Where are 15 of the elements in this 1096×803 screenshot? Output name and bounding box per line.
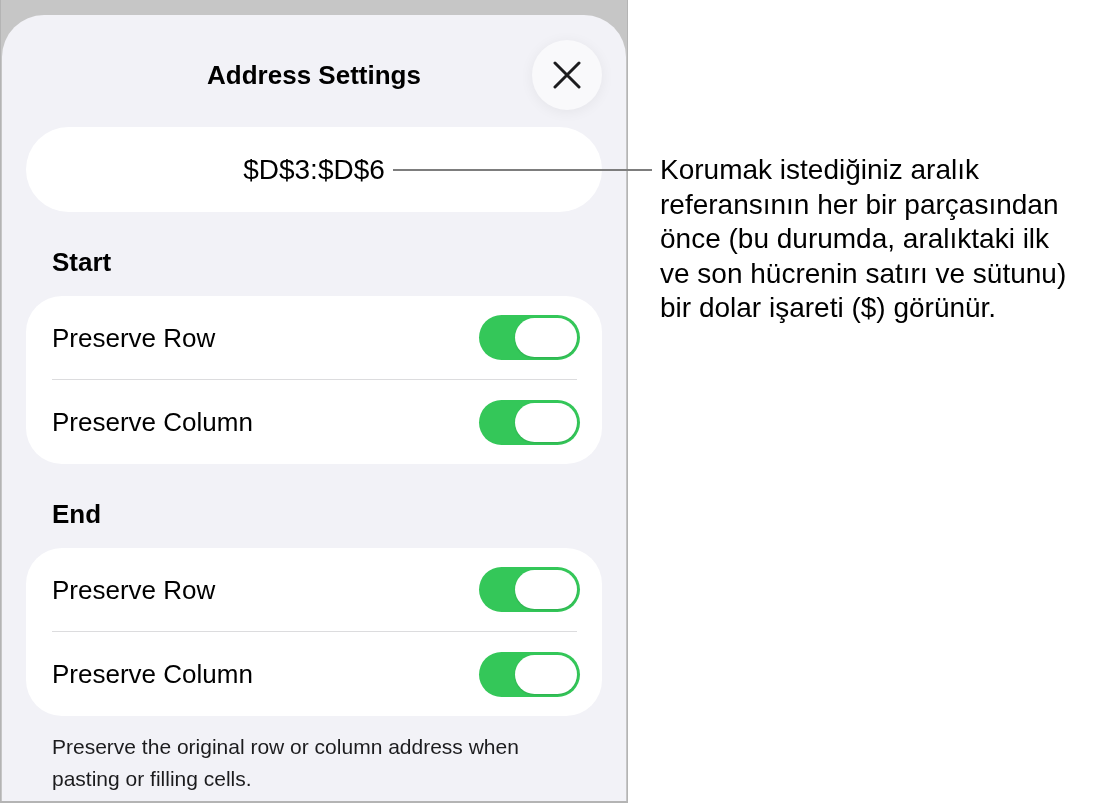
section-heading: End [52, 501, 103, 527]
option-label: Preserve Row [52, 573, 216, 606]
toggle-switch[interactable] [479, 651, 580, 697]
address-field[interactable]: $D$3:$D$6 [26, 127, 602, 212]
option-label: Preserve Row [52, 321, 216, 354]
option-label: Preserve Column [52, 406, 253, 438]
toggle-switch[interactable] [479, 399, 580, 445]
option-label: Preserve Column [52, 658, 253, 690]
toggle-switch[interactable] [479, 315, 580, 360]
footer-note: Preserve the original row or column address when pasting or filling cells. [52, 734, 520, 792]
callout-text: Korumak istediğiniz aralık referansının her bir parçasından önce (bu durumda, aralıktaki ilk ve son hücrenin satırı ve sütunu) bir dolar işareti ($) görünür. [660, 153, 1068, 325]
sheet-title: Address Settings [207, 59, 421, 91]
toggle-switch[interactable] [479, 567, 580, 612]
section-heading: Start [52, 249, 113, 275]
close-icon [553, 61, 581, 89]
